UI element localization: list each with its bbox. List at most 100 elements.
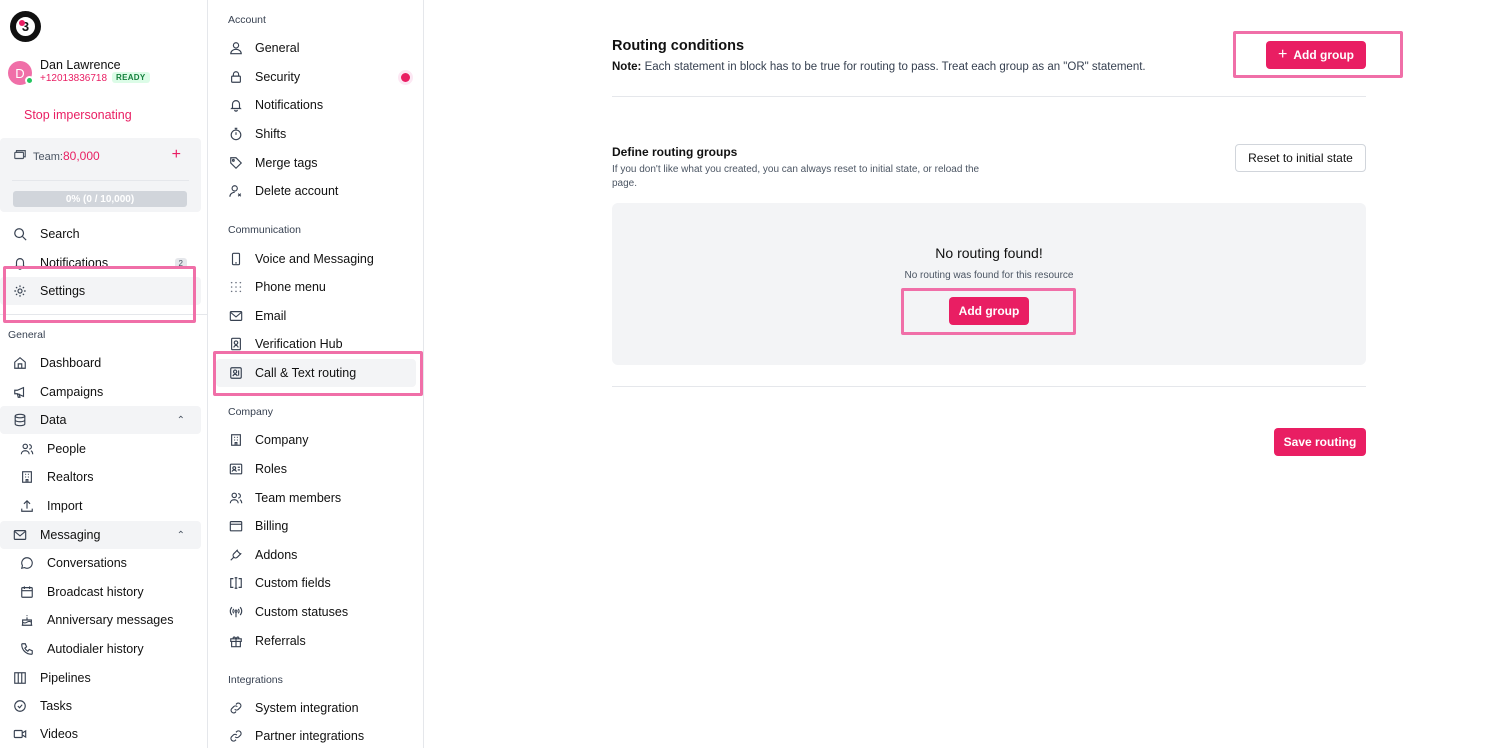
settings-item-merge-tags[interactable]: Merge tags [216, 149, 416, 177]
user-icon [228, 40, 244, 56]
sidebar-item-pipelines[interactable]: Pipelines [0, 664, 201, 692]
settings-item-security[interactable]: Security [216, 63, 416, 91]
sidebar-item-import[interactable]: Import [0, 492, 201, 520]
chain-icon [228, 728, 244, 744]
settings-item-delete-account[interactable]: Delete account [216, 177, 416, 205]
mobile-icon [228, 251, 244, 267]
settings-nav: Account General Security Notifications S… [208, 0, 424, 748]
status-badge: READY [112, 72, 150, 83]
settings-item-team-members[interactable]: Team members [216, 484, 416, 512]
id-badge-icon [228, 336, 244, 352]
settings-item-custom-statuses[interactable]: Custom statuses [216, 598, 416, 626]
building-icon [228, 432, 244, 448]
reset-button[interactable]: Reset to initial state [1235, 144, 1366, 172]
settings-item-label: Voice and Messaging [255, 252, 374, 266]
sidebar-item-label: Messaging [40, 528, 101, 542]
sidebar-item-autodialer-history[interactable]: Autodialer history [0, 635, 201, 663]
sidebar-item-label: Notifications [40, 256, 109, 270]
security-alert-dot [401, 72, 410, 82]
settings-item-label: Billing [255, 519, 289, 533]
settings-item-phone-menu[interactable]: Phone menu [216, 273, 416, 301]
routing-main: Routing conditions Note: Each statement … [424, 0, 1511, 748]
team-progress-bar: 0% (0 / 10,000) [13, 191, 187, 207]
sidebar-item-label: Tasks [40, 699, 72, 713]
settings-item-general[interactable]: General [216, 34, 416, 62]
settings-item-label: Notifications [255, 98, 324, 112]
settings-item-notifications[interactable]: Notifications [216, 91, 416, 119]
empty-add-group-button[interactable]: Add group [949, 297, 1029, 325]
add-group-label: Add group [1293, 48, 1354, 62]
settings-item-label: Shifts [255, 127, 287, 141]
user-profile[interactable]: D Dan Lawrence +12013836718 READY [8, 58, 204, 88]
gift-icon [228, 633, 244, 649]
sidebar-item-label: Autodialer history [47, 642, 144, 656]
note-text: Each statement in block has to be true f… [641, 61, 1146, 73]
sidebar-item-tasks[interactable]: Tasks [0, 692, 201, 720]
stop-impersonating-link[interactable]: Stop impersonating [24, 108, 132, 122]
team-label: Team:80,000 [33, 149, 100, 163]
section-label-general: General [8, 329, 46, 341]
mail-icon [228, 308, 244, 324]
sidebar-item-label: Data [40, 413, 67, 427]
chevron-up-icon[interactable]: ⌃ [177, 415, 185, 426]
sidebar-item-dashboard[interactable]: Dashboard [0, 349, 201, 377]
broadcast-icon [228, 604, 244, 620]
empty-state-title: No routing found! [935, 245, 1043, 261]
add-group-button[interactable]: + Add group [1266, 41, 1366, 69]
settings-item-email[interactable]: Email [216, 302, 416, 330]
sidebar-item-settings[interactable]: Settings [0, 277, 201, 305]
sidebar-item-search[interactable]: Search [0, 220, 201, 248]
sidebar-item-anniversary-messages[interactable]: Anniversary messages [0, 606, 201, 634]
settings-item-label: Security [255, 70, 301, 84]
app-logo[interactable]: 3 [10, 11, 41, 42]
plus-icon[interactable]: + [172, 146, 181, 164]
sidebar-item-data[interactable]: Data ⌃ [0, 406, 201, 434]
sidebar-item-conversations[interactable]: Conversations [0, 549, 201, 577]
settings-item-verification-hub[interactable]: Verification Hub [216, 330, 416, 358]
settings-item-company[interactable]: Company [216, 426, 416, 454]
sidebar-item-broadcast-history[interactable]: Broadcast history [0, 578, 201, 606]
notification-count-badge: 2 [174, 257, 187, 269]
divider [612, 96, 1366, 97]
define-routing-title: Define routing groups [612, 145, 738, 159]
settings-item-voice-messaging[interactable]: Voice and Messaging [216, 245, 416, 273]
settings-item-label: Referrals [255, 634, 306, 648]
empty-state-panel: No routing found! No routing was found f… [612, 203, 1366, 365]
sidebar-item-label: Settings [40, 284, 86, 298]
settings-item-partner-integrations[interactable]: Partner integrations [216, 722, 416, 748]
chevron-up-icon[interactable]: ⌃ [177, 530, 185, 541]
settings-item-label: Delete account [255, 184, 339, 198]
team-progress-text: 0% (0 / 10,000) [65, 193, 135, 205]
dialpad-icon [228, 279, 244, 295]
chat-icon [19, 555, 35, 571]
online-status-dot [25, 76, 34, 85]
divider [612, 386, 1366, 387]
sidebar-item-realtors[interactable]: Realtors [0, 463, 201, 491]
sidebar-item-videos[interactable]: Videos [0, 720, 201, 748]
settings-item-shifts[interactable]: Shifts [216, 120, 416, 148]
sidebar-item-people[interactable]: People [0, 435, 201, 463]
settings-item-call-text-routing[interactable]: Call & Text routing [216, 359, 416, 387]
settings-item-system-integration[interactable]: System integration [216, 694, 416, 722]
sidebar-item-campaigns[interactable]: Campaigns [0, 378, 201, 406]
section-label-integrations: Integrations [228, 674, 283, 686]
settings-item-addons[interactable]: Addons [216, 541, 416, 569]
settings-item-label: Email [255, 309, 287, 323]
sidebar-item-messaging[interactable]: Messaging ⌃ [0, 521, 201, 549]
settings-item-label: System integration [255, 701, 359, 715]
settings-item-custom-fields[interactable]: Custom fields [216, 569, 416, 597]
cake-icon [19, 612, 35, 628]
page-title: Routing conditions [612, 38, 745, 54]
id-card-icon [228, 461, 244, 477]
team-label-text: Team: [33, 151, 63, 163]
sidebar-item-label: Campaigns [40, 385, 104, 399]
settings-item-referrals[interactable]: Referrals [216, 627, 416, 655]
save-routing-button[interactable]: Save routing [1274, 428, 1366, 456]
sidebar-item-notifications[interactable]: Notifications 2 [0, 249, 201, 277]
settings-item-roles[interactable]: Roles [216, 455, 416, 483]
sidebar-item-label: Videos [40, 727, 78, 741]
people-icon [228, 490, 244, 506]
sidebar-item-label: Realtors [47, 470, 94, 484]
settings-item-billing[interactable]: Billing [216, 512, 416, 540]
sidebar-item-label: Conversations [47, 556, 127, 570]
